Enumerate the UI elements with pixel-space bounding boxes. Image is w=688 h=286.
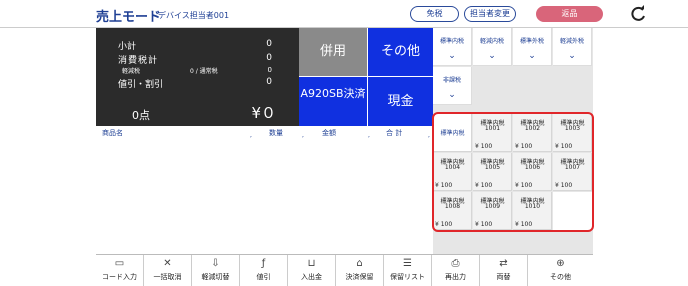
tax-reduced-included-button[interactable]: 軽減内税 ⌄ bbox=[473, 28, 512, 66]
tax-value: 0 bbox=[266, 53, 272, 63]
hold-payment-button[interactable]: ⌂ 決済保留 bbox=[336, 255, 384, 286]
normal-tax-value: 0 bbox=[267, 66, 272, 74]
header-total: 合 計 bbox=[386, 129, 403, 137]
subtotal-label: 小計 bbox=[118, 42, 137, 52]
header-product: 商品名 bbox=[102, 129, 123, 137]
other-payment-button[interactable]: その他 bbox=[367, 28, 433, 76]
cash-in-out-button[interactable]: ⊔ 入出金 bbox=[288, 255, 336, 286]
header-bar: 売上モード デバイス担当者001 免税 担当者変更 返品 bbox=[0, 0, 688, 28]
chevron-down-icon: ⌄ bbox=[528, 51, 536, 61]
printer-icon: ⎙ bbox=[451, 258, 460, 269]
tax-standard-excluded-button[interactable]: 標準外税 ⌄ bbox=[513, 28, 552, 66]
header-amount: 金額 bbox=[322, 129, 336, 137]
tax-free-button[interactable]: 免税 bbox=[410, 6, 459, 22]
tax-standard-included-button[interactable]: 標準内税 ⌄ bbox=[433, 28, 472, 66]
chevron-down-icon: ⌄ bbox=[448, 90, 456, 100]
exchange-icon: ⇄ bbox=[499, 258, 508, 269]
page-title: 売上モード bbox=[96, 10, 162, 25]
product-list-header: 商品名 , 数量 , 金額 , 合 計 , bbox=[96, 126, 433, 139]
summary-panel: 小計 0 消費税計 0 軽減税 0 / 通常税 0 値引・割引 0 0点 ¥０ bbox=[96, 28, 299, 126]
total-amount: ¥０ bbox=[251, 104, 276, 122]
tax-label: 消費税計 bbox=[118, 56, 159, 66]
cancel-all-button[interactable]: ✕ 一括取消 bbox=[144, 255, 192, 286]
split-payment-button[interactable]: 併用 bbox=[299, 28, 367, 76]
discount-icon: ƒ bbox=[261, 258, 266, 269]
header-qty: 数量 bbox=[269, 129, 283, 137]
reduced-toggle-button[interactable]: ⇩ 軽減切替 bbox=[192, 255, 240, 286]
discount-value: 0 bbox=[266, 77, 272, 87]
operator-label: デバイス担当者001 bbox=[158, 11, 230, 20]
refresh-icon[interactable] bbox=[629, 5, 647, 23]
exchange-button[interactable]: ⇄ 両替 bbox=[480, 255, 528, 286]
basket-icon: ⌂ bbox=[356, 258, 363, 269]
a920-payment-button[interactable]: A920SB決済 bbox=[299, 76, 367, 126]
switch-icon: ⇩ bbox=[211, 258, 220, 269]
chevron-down-icon: ⌄ bbox=[488, 51, 496, 61]
discount-label: 値引・割引 bbox=[118, 80, 164, 90]
cashbox-icon: ⊔ bbox=[307, 258, 316, 269]
more-button[interactable]: ⊕ その他 bbox=[528, 255, 593, 286]
hold-list-button[interactable]: ☰ 保留リスト bbox=[384, 255, 432, 286]
subtotal-value: 0 bbox=[266, 39, 272, 49]
tax-exempt-button[interactable]: 非課税 ⌄ bbox=[433, 67, 472, 105]
change-operator-button[interactable]: 担当者変更 bbox=[464, 6, 516, 22]
cash-button[interactable]: 現金 bbox=[367, 76, 433, 126]
item-count: 0点 bbox=[132, 109, 150, 122]
tax-reduced-excluded-button[interactable]: 軽減外税 ⌄ bbox=[553, 28, 592, 66]
plus-icon: ⊕ bbox=[556, 258, 565, 269]
close-icon: ✕ bbox=[163, 258, 172, 269]
chevron-down-icon: ⌄ bbox=[448, 51, 456, 61]
return-button[interactable]: 返品 bbox=[536, 6, 603, 22]
normal-tax-label: 0 / 通常税 bbox=[190, 68, 218, 75]
reduced-tax-label: 軽減税 bbox=[122, 68, 141, 75]
list-icon: ☰ bbox=[403, 258, 412, 269]
barcode-icon: ▭ bbox=[114, 258, 125, 269]
chevron-down-icon: ⌄ bbox=[568, 51, 576, 61]
code-input-button[interactable]: ▭ コード入力 bbox=[96, 255, 144, 286]
highlight-frame bbox=[432, 112, 594, 232]
footer-toolbar: ▭ コード入力 ✕ 一括取消 ⇩ 軽減切替 ƒ 値引 ⊔ 入出金 ⌂ 決済保留 ☰ 保留リスト… bbox=[96, 254, 593, 286]
reprint-button[interactable]: ⎙ 再出力 bbox=[432, 255, 480, 286]
discount-button[interactable]: ƒ 値引 bbox=[240, 255, 288, 286]
product-list-area bbox=[96, 138, 433, 254]
